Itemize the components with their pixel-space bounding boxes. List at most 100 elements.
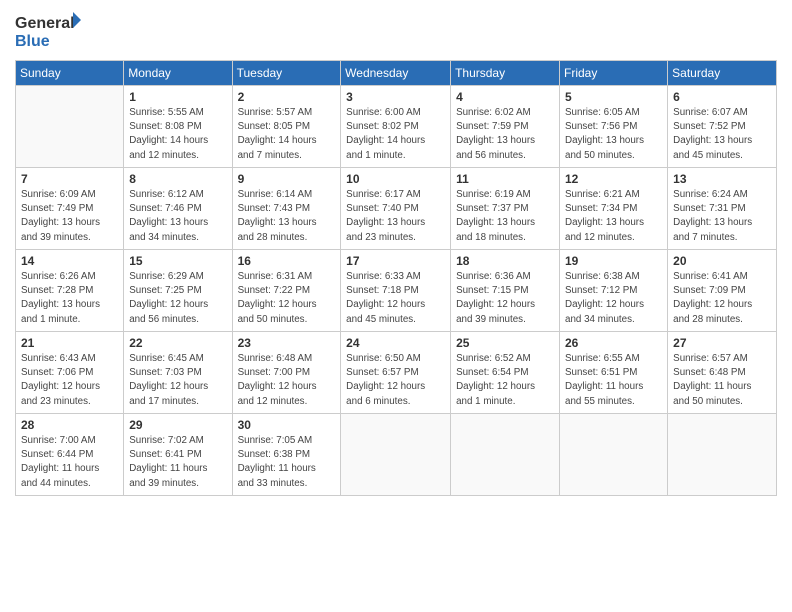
day-info: Sunrise: 7:05 AMSunset: 6:38 PMDaylight:… (238, 434, 336, 491)
calendar-cell: 21 Sunrise: 6:43 AMSunset: 7:06 PMDayligh… (16, 332, 124, 414)
day-header: Wednesday (341, 61, 451, 86)
day-info: Sunrise: 6:02 AMSunset: 7:59 PMDaylight:… (456, 106, 554, 163)
day-info: Sunrise: 6:00 AMSunset: 8:02 PMDaylight:… (346, 106, 445, 163)
day-header: Saturday (668, 61, 777, 86)
day-info: Sunrise: 7:00 AMSunset: 6:44 PMDaylight:… (21, 434, 118, 491)
calendar-cell: 28 Sunrise: 7:00 AMSunset: 6:44 PMDayligh… (16, 414, 124, 496)
day-header: Monday (124, 61, 232, 86)
calendar-cell (668, 414, 777, 496)
calendar-cell: 4 Sunrise: 6:02 AMSunset: 7:59 PMDaylight… (451, 86, 560, 168)
calendar-cell: 19 Sunrise: 6:38 AMSunset: 7:12 PMDayligh… (560, 250, 668, 332)
calendar-cell: 29Sunrise: 7:02 AMSunset: 6:41 PMDayligh… (124, 414, 232, 496)
day-number: 22 (129, 336, 226, 350)
calendar-cell: 11 Sunrise: 6:19 AMSunset: 7:37 PMDayligh… (451, 168, 560, 250)
day-info: Sunrise: 6:31 AMSunset: 7:22 PMDaylight:… (238, 270, 336, 327)
calendar-cell: 5 Sunrise: 6:05 AMSunset: 7:56 PMDaylight… (560, 86, 668, 168)
day-number: 15 (129, 254, 226, 268)
day-header: Sunday (16, 61, 124, 86)
calendar-cell: 18Sunrise: 6:36 AMSunset: 7:15 PMDayligh… (451, 250, 560, 332)
day-number: 10 (346, 172, 445, 186)
day-info: Sunrise: 6:17 AMSunset: 7:40 PMDaylight:… (346, 188, 445, 245)
calendar-cell: 7 Sunrise: 6:09 AMSunset: 7:49 PMDaylight… (16, 168, 124, 250)
calendar-cell: 2 Sunrise: 5:57 AMSunset: 8:05 PMDaylight… (232, 86, 341, 168)
day-number: 5 (565, 90, 662, 104)
day-number: 13 (673, 172, 771, 186)
day-number: 14 (21, 254, 118, 268)
calendar-cell: 3 Sunrise: 6:00 AMSunset: 8:02 PMDaylight… (341, 86, 451, 168)
calendar-cell: 10 Sunrise: 6:17 AMSunset: 7:40 PMDayligh… (341, 168, 451, 250)
calendar-cell: 25 Sunrise: 6:52 AMSunset: 6:54 PMDayligh… (451, 332, 560, 414)
day-number: 27 (673, 336, 771, 350)
day-header: Tuesday (232, 61, 341, 86)
day-number: 4 (456, 90, 554, 104)
day-number: 23 (238, 336, 336, 350)
day-info: Sunrise: 5:55 AMSunset: 8:08 PMDaylight:… (129, 106, 226, 163)
day-number: 9 (238, 172, 336, 186)
day-number: 21 (21, 336, 118, 350)
calendar-cell: 15 Sunrise: 6:29 AMSunset: 7:25 PMDayligh… (124, 250, 232, 332)
calendar-cell: 22 Sunrise: 6:45 AMSunset: 7:03 PMDayligh… (124, 332, 232, 414)
calendar-cell: 9 Sunrise: 6:14 AMSunset: 7:43 PMDaylight… (232, 168, 341, 250)
day-number: 20 (673, 254, 771, 268)
calendar-cell: 6 Sunrise: 6:07 AMSunset: 7:52 PMDaylight… (668, 86, 777, 168)
calendar-cell: 8 Sunrise: 6:12 AMSunset: 7:46 PMDaylight… (124, 168, 232, 250)
day-info: Sunrise: 6:55 AMSunset: 6:51 PMDaylight:… (565, 352, 662, 409)
svg-text:Blue: Blue (15, 33, 50, 50)
day-info: Sunrise: 6:57 AMSunset: 6:48 PMDaylight:… (673, 352, 771, 409)
calendar-cell (341, 414, 451, 496)
day-number: 12 (565, 172, 662, 186)
day-number: 26 (565, 336, 662, 350)
day-header: Friday (560, 61, 668, 86)
day-info: Sunrise: 6:21 AMSunset: 7:34 PMDaylight:… (565, 188, 662, 245)
calendar-cell: 23 Sunrise: 6:48 AMSunset: 7:00 PMDayligh… (232, 332, 341, 414)
day-number: 24 (346, 336, 445, 350)
day-info: Sunrise: 6:45 AMSunset: 7:03 PMDaylight:… (129, 352, 226, 409)
calendar-cell: 17 Sunrise: 6:33 AMSunset: 7:18 PMDayligh… (341, 250, 451, 332)
calendar-cell (16, 86, 124, 168)
day-info: Sunrise: 6:09 AMSunset: 7:49 PMDaylight:… (21, 188, 118, 245)
day-number: 2 (238, 90, 336, 104)
day-info: Sunrise: 6:50 AMSunset: 6:57 PMDaylight:… (346, 352, 445, 409)
day-info: Sunrise: 6:48 AMSunset: 7:00 PMDaylight:… (238, 352, 336, 409)
day-number: 1 (129, 90, 226, 104)
day-number: 28 (21, 418, 118, 432)
day-info: Sunrise: 6:19 AMSunset: 7:37 PMDaylight:… (456, 188, 554, 245)
day-info: Sunrise: 6:24 AMSunset: 7:31 PMDaylight:… (673, 188, 771, 245)
day-info: Sunrise: 6:14 AMSunset: 7:43 PMDaylight:… (238, 188, 336, 245)
svg-text:General: General (15, 15, 75, 32)
day-info: Sunrise: 6:12 AMSunset: 7:46 PMDaylight:… (129, 188, 226, 245)
calendar-cell: 12 Sunrise: 6:21 AMSunset: 7:34 PMDayligh… (560, 168, 668, 250)
day-info: Sunrise: 6:26 AMSunset: 7:28 PMDaylight:… (21, 270, 118, 327)
calendar-table: SundayMondayTuesdayWednesdayThursdayFrid… (15, 60, 777, 496)
day-number: 30 (238, 418, 336, 432)
calendar-cell: 13 Sunrise: 6:24 AMSunset: 7:31 PMDayligh… (668, 168, 777, 250)
day-info: Sunrise: 6:29 AMSunset: 7:25 PMDaylight:… (129, 270, 226, 327)
day-info: Sunrise: 6:07 AMSunset: 7:52 PMDaylight:… (673, 106, 771, 163)
day-info: Sunrise: 6:36 AMSunset: 7:15 PMDaylight:… (456, 270, 554, 327)
day-number: 25 (456, 336, 554, 350)
day-number: 16 (238, 254, 336, 268)
day-number: 17 (346, 254, 445, 268)
calendar-cell: 26 Sunrise: 6:55 AMSunset: 6:51 PMDayligh… (560, 332, 668, 414)
day-number: 19 (565, 254, 662, 268)
day-info: Sunrise: 6:52 AMSunset: 6:54 PMDaylight:… (456, 352, 554, 409)
day-info: Sunrise: 6:38 AMSunset: 7:12 PMDaylight:… (565, 270, 662, 327)
calendar-cell: 16 Sunrise: 6:31 AMSunset: 7:22 PMDayligh… (232, 250, 341, 332)
calendar-cell: 1 Sunrise: 5:55 AMSunset: 8:08 PMDaylight… (124, 86, 232, 168)
day-info: Sunrise: 7:02 AMSunset: 6:41 PMDaylight:… (129, 434, 226, 491)
day-number: 3 (346, 90, 445, 104)
calendar-cell: 14 Sunrise: 6:26 AMSunset: 7:28 PMDayligh… (16, 250, 124, 332)
day-info: Sunrise: 6:43 AMSunset: 7:06 PMDaylight:… (21, 352, 118, 409)
day-number: 6 (673, 90, 771, 104)
day-number: 8 (129, 172, 226, 186)
day-info: Sunrise: 6:41 AMSunset: 7:09 PMDaylight:… (673, 270, 771, 327)
day-number: 11 (456, 172, 554, 186)
logo: General Blue (15, 10, 85, 52)
day-header: Thursday (451, 61, 560, 86)
day-info: Sunrise: 6:05 AMSunset: 7:56 PMDaylight:… (565, 106, 662, 163)
day-number: 7 (21, 172, 118, 186)
day-info: Sunrise: 6:33 AMSunset: 7:18 PMDaylight:… (346, 270, 445, 327)
calendar-cell: 24 Sunrise: 6:50 AMSunset: 6:57 PMDayligh… (341, 332, 451, 414)
calendar-cell: 20 Sunrise: 6:41 AMSunset: 7:09 PMDayligh… (668, 250, 777, 332)
day-info: Sunrise: 5:57 AMSunset: 8:05 PMDaylight:… (238, 106, 336, 163)
